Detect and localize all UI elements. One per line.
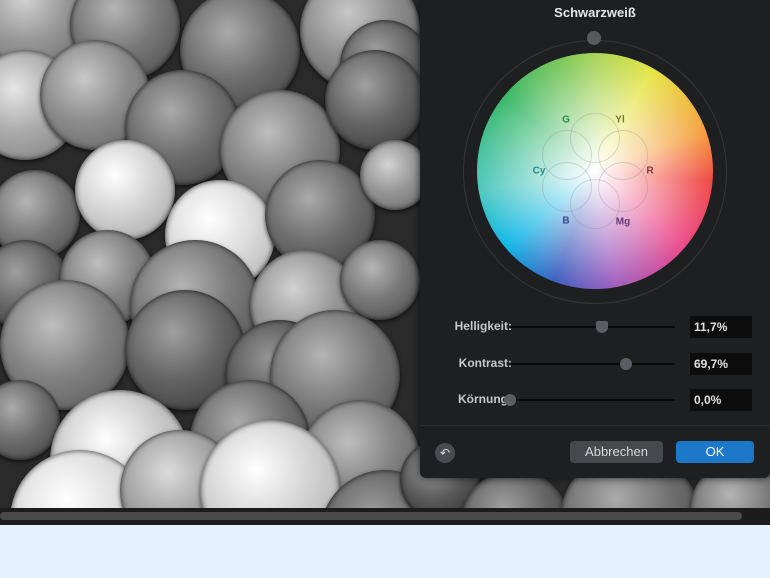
contrast-label: Kontrast: [458, 356, 512, 370]
slider-thumb[interactable] [595, 321, 608, 333]
wheel-angle-handle[interactable] [587, 31, 601, 45]
grain-value-field[interactable]: 0,0% [690, 389, 752, 411]
slider-thumb[interactable] [504, 394, 516, 406]
slider-row-contrast: Kontrast: 69,7% [420, 353, 770, 375]
slider-thumb[interactable] [619, 358, 632, 370]
photo-ball [325, 50, 425, 150]
wheel-label-yellow: Yl [615, 114, 625, 126]
ok-button[interactable]: OK [676, 441, 754, 463]
slider-row-brightness: Helligkeit: 11,7% [420, 316, 770, 338]
photo-ball [340, 240, 420, 320]
scrollbar-thumb[interactable] [0, 512, 742, 520]
black-white-dialog: Schwarzweiß G Yl Cy R B Mg Helligkeit: 1… [420, 0, 770, 478]
dialog-title: Schwarzweiß [554, 5, 636, 20]
wheel-label-magenta: Mg [615, 216, 631, 228]
slider-row-grain: Körnung: 0,0% [420, 389, 770, 411]
photo-ball [75, 140, 175, 240]
undo-arrow-icon[interactable]: ↶ [435, 443, 455, 463]
brightness-label: Helligkeit: [454, 319, 512, 333]
brightness-value-field[interactable]: 11,7% [690, 316, 752, 338]
grain-slider[interactable] [504, 394, 675, 406]
wheel-label-green: G [562, 114, 570, 126]
brightness-slider[interactable] [510, 321, 675, 333]
color-wheel[interactable]: G Yl Cy R B Mg [477, 53, 713, 289]
horizontal-scrollbar[interactable] [0, 508, 770, 525]
wheel-label-red: R [646, 165, 654, 177]
wheel-label-cyan: Cy [532, 165, 546, 177]
wheel-petal [570, 179, 620, 229]
contrast-slider[interactable] [510, 358, 675, 370]
cancel-button[interactable]: Abbrechen [570, 441, 663, 463]
contrast-value-field[interactable]: 69,7% [690, 353, 752, 375]
wheel-label-blue: B [562, 215, 570, 227]
divider [420, 425, 770, 426]
